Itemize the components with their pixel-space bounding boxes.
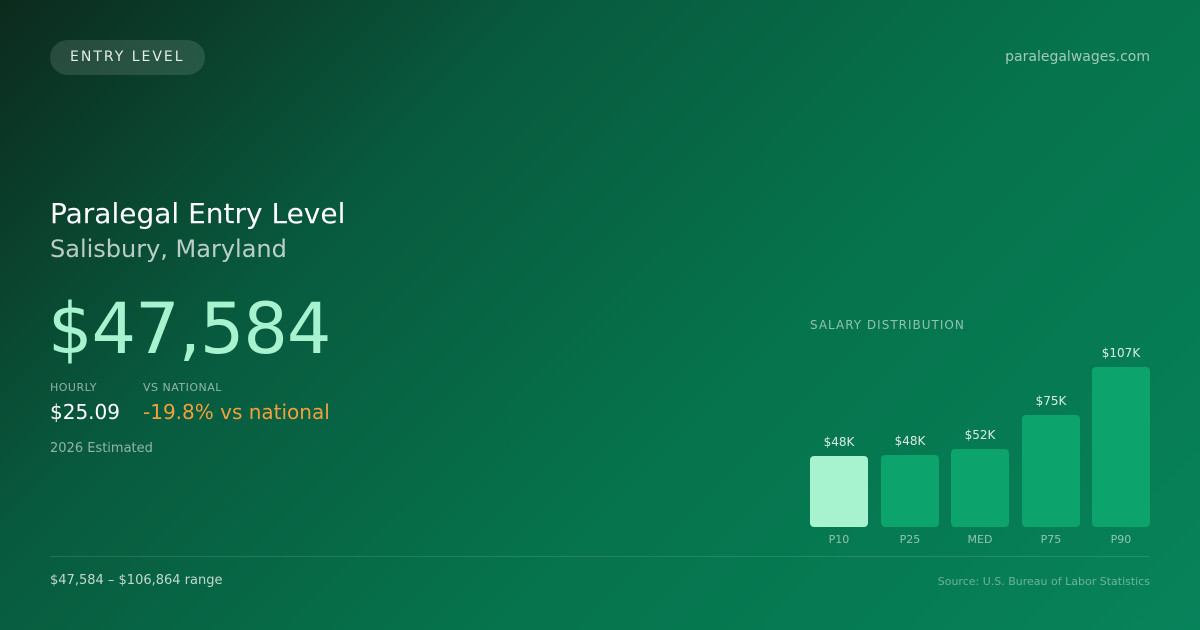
estimate-note: 2026 Estimated [50,441,153,456]
footer-divider [50,556,1150,557]
hourly-label: HOURLY [50,381,98,394]
bar-category-label: P90 [1110,533,1132,546]
page-title: Paralegal Entry Level [50,197,346,230]
bar-value-label: $48K [894,434,926,448]
location-subtitle: Salisbury, Maryland [50,235,287,263]
bar-p75 [1022,415,1080,527]
bar-med [951,449,1009,527]
bar-value-label: $107K [1101,346,1141,360]
site-link[interactable]: paralegalwages.com [1005,49,1150,65]
bar-value-label: $75K [1035,394,1067,408]
national-label: VS NATIONAL [143,381,222,394]
distribution-title: SALARY DISTRIBUTION [810,318,965,332]
bar-category-label: P10 [828,533,850,546]
bar-p25 [881,455,939,527]
bar-p90 [1092,367,1150,527]
bar-p10 [810,456,868,527]
bar-value-label: $52K [964,428,996,442]
bar-category-label: P75 [1040,533,1062,546]
salary-amount: $47,584 [48,288,331,370]
bar-value-label: $48K [823,435,855,449]
salary-card: ENTRY LEVEL paralegalwages.com Paralegal… [0,0,1200,630]
national-comparison: -19.8% vs national [143,400,330,424]
salary-range: $47,584 – $106,864 range [50,573,223,588]
hourly-value: $25.09 [50,400,120,424]
source-credit: Source: U.S. Bureau of Labor Statistics [937,575,1150,588]
level-badge: ENTRY LEVEL [50,40,205,75]
bar-category-label: MED [967,533,993,546]
bar-category-label: P25 [899,533,921,546]
